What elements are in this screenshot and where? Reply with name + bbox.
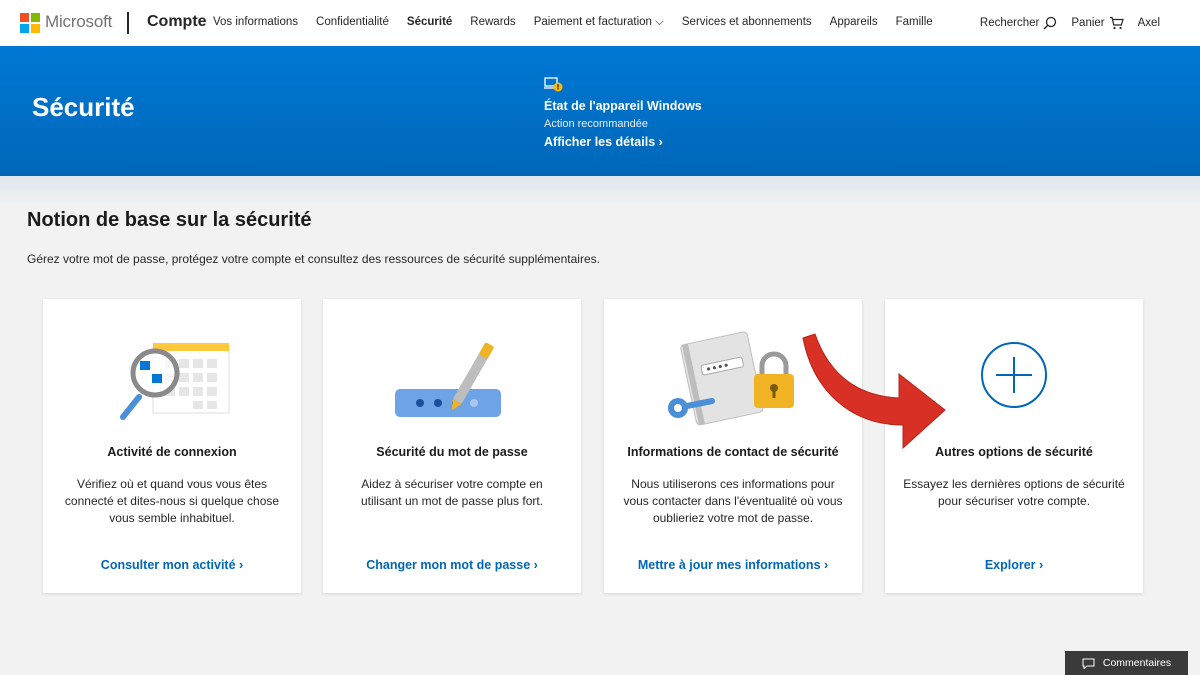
- feedback-label: Commentaires: [1102, 657, 1172, 669]
- device-status-subtitle: Action recommandée: [544, 118, 648, 130]
- update-info-link[interactable]: Mettre à jour mes informations ›: [604, 558, 862, 572]
- nav-item-confidentialite[interactable]: Confidentialité: [316, 16, 389, 29]
- card-password-security: Sécurité du mot de passe Aidez à sécuris…: [323, 299, 581, 593]
- card-description: Vérifiez où et quand vous vous êtes conn…: [64, 477, 280, 525]
- device-status-title: État de l'appareil Windows: [544, 99, 702, 113]
- nav-item-appareils[interactable]: Appareils: [830, 16, 878, 29]
- section-title: Notion de base sur la sécurité: [27, 209, 312, 231]
- top-nav: Microsoft Compte Vos informations Confid…: [0, 0, 1200, 46]
- search-label: Rechercher: [979, 17, 1040, 29]
- search-button[interactable]: Rechercher: [980, 16, 1057, 30]
- nav-item-vos-informations[interactable]: Vos informations: [213, 16, 298, 29]
- section-description: Gérez votre mot de passe, protégez votre…: [27, 252, 600, 266]
- nav-item-famille[interactable]: Famille: [896, 16, 933, 29]
- cart-label: Panier: [1071, 17, 1105, 29]
- brand-name[interactable]: Microsoft: [45, 12, 112, 32]
- card-title: Sécurité du mot de passe: [376, 445, 528, 459]
- card-description: Nous utiliserons ces informations pour v…: [623, 477, 843, 525]
- annotation-arrow-icon: [802, 333, 946, 450]
- nav-item-securite[interactable]: Sécurité: [407, 16, 452, 29]
- card-description: Aidez à sécuriser votre compte en utilis…: [360, 477, 544, 508]
- hero-banner: Sécurité État de l'appareil Windows Acti…: [0, 46, 1200, 176]
- product-name[interactable]: Compte: [147, 13, 207, 31]
- view-details-link[interactable]: Afficher les détails ›: [544, 135, 663, 149]
- card-description: Essayez les dernières options de sécurit…: [903, 477, 1125, 508]
- nav-item-rewards[interactable]: Rewards: [470, 16, 515, 29]
- nav-divider: [127, 12, 129, 34]
- device-warning-icon: [544, 77, 563, 92]
- page-title: Sécurité: [32, 92, 135, 122]
- password-pen-icon: [395, 342, 501, 417]
- user-menu[interactable]: Axel: [1138, 17, 1160, 29]
- main-nav: Vos informations Confidentialité Sécurit…: [213, 16, 951, 29]
- nav-item-services[interactable]: Services et abonnements: [682, 16, 812, 29]
- calendar-magnifier-icon: [120, 343, 230, 420]
- explore-link[interactable]: Explorer ›: [885, 558, 1143, 572]
- card-title: Activité de connexion: [107, 445, 237, 459]
- feedback-button[interactable]: Commentaires: [1065, 651, 1188, 675]
- cart-icon: [1109, 16, 1124, 30]
- search-icon: [1043, 16, 1057, 30]
- hero-shadow: [0, 176, 1200, 206]
- view-activity-link[interactable]: Consulter mon activité ›: [43, 558, 301, 572]
- cart-button[interactable]: Panier: [1071, 16, 1124, 30]
- microsoft-logo-icon[interactable]: [20, 13, 40, 33]
- card-sign-in-activity: Activité de connexion Vérifiez où et qua…: [43, 299, 301, 593]
- comment-icon: [1082, 658, 1095, 669]
- change-password-link[interactable]: Changer mon mot de passe ›: [323, 558, 581, 572]
- nav-item-paiement[interactable]: Paiement et facturation ⌵: [534, 16, 664, 29]
- nav-right: Rechercher Panier Axel: [966, 16, 1160, 30]
